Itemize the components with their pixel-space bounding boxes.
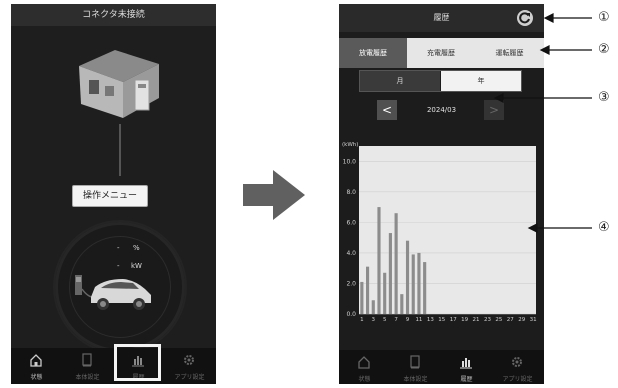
callout-3: ③ [598,90,610,105]
callout-4: ④ [598,220,610,235]
callout-2: ② [598,42,610,57]
callout-1: ① [598,10,610,25]
callout-arrows [493,13,592,233]
